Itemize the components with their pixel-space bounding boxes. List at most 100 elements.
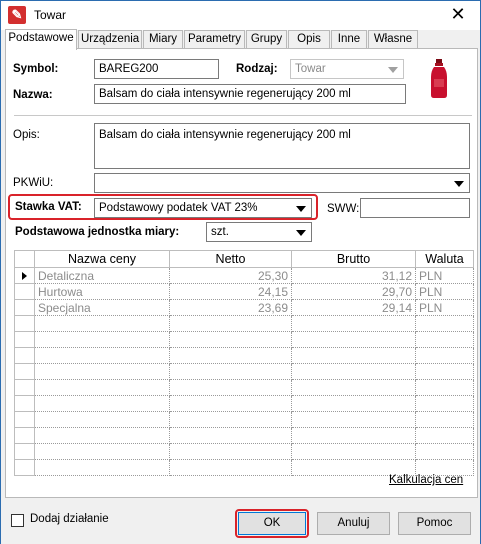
tab-parametry[interactable]: Parametry [184,30,245,49]
column-header-brutto[interactable]: Brutto [291,250,416,268]
empty-row [14,379,474,396]
table-header-row: Nazwa ceny Netto Brutto Waluta [14,250,474,268]
tab-miary[interactable]: Miary [143,30,183,49]
current-row-arrow-icon [22,271,27,280]
empty-row [14,331,474,348]
table-row[interactable]: Hurtowa 24,15 29,70 PLN [14,283,474,300]
window-title: Towar [34,8,67,22]
tab-grupy[interactable]: Grupy [246,30,287,49]
row-indicator [14,283,35,300]
empty-cell [291,395,416,412]
empty-cell [169,395,292,412]
table-row[interactable]: Detaliczna 25,30 31,12 PLN [14,267,474,284]
empty-row [14,411,474,428]
empty-cell [415,411,474,428]
empty-cell [169,427,292,444]
nazwa-label: Nazwa: [13,89,53,101]
column-header-currency[interactable]: Waluta [415,250,474,268]
pkwiu-select[interactable] [94,173,470,193]
empty-cell [415,379,474,396]
price-netto-cell[interactable]: 23,69 [169,299,292,316]
column-header-netto[interactable]: Netto [169,250,292,268]
empty-row [14,347,474,364]
opis-textarea[interactable]: Balsam do ciała intensywnie regenerujący… [94,123,470,169]
empty-cell [169,347,292,364]
row-indicator [14,395,35,412]
tab-wlasne[interactable]: Własne [368,30,418,49]
price-brutto-cell[interactable]: 29,14 [291,299,416,316]
row-indicator [14,331,35,348]
chevron-down-icon [296,230,306,236]
empty-cell [34,443,170,460]
price-netto-cell[interactable]: 25,30 [169,267,292,284]
price-currency-cell[interactable]: PLN [415,299,474,316]
row-indicator [14,347,35,364]
empty-cell [34,347,170,364]
empty-cell [291,315,416,332]
empty-cell [291,427,416,444]
empty-cell [169,459,292,476]
price-brutto-cell[interactable]: 29,70 [291,283,416,300]
add-action-label[interactable]: Dodaj działanie [30,513,109,525]
rodzaj-select[interactable]: Towar [290,59,404,79]
close-icon[interactable]: ✕ [436,1,480,30]
empty-cell [291,347,416,364]
empty-cell [34,363,170,380]
row-indicator [14,427,35,444]
pkwiu-label: PKWiU: [13,177,54,189]
title-bar: ✎ Towar ✕ [1,1,480,30]
table-row[interactable]: Specjalna 23,69 29,14 PLN [14,299,474,316]
tab-inne[interactable]: Inne [331,30,367,49]
row-indicator [14,363,35,380]
ok-button[interactable]: OK [238,512,306,535]
price-currency-cell[interactable]: PLN [415,267,474,284]
empty-cell [291,379,416,396]
empty-cell [169,443,292,460]
empty-cell [415,363,474,380]
row-indicator [14,379,35,396]
dialog-footer: Dodaj działanie OK Anuluj Pomoc [1,498,480,544]
empty-cell [169,331,292,348]
price-brutto-cell[interactable]: 31,12 [291,267,416,284]
product-image [431,59,447,98]
empty-cell [169,379,292,396]
empty-row [14,427,474,444]
empty-cell [415,315,474,332]
sww-field[interactable] [360,198,470,218]
tab-opis[interactable]: Opis [288,30,330,49]
add-action-checkbox[interactable] [11,514,24,527]
price-name-cell[interactable]: Detaliczna [34,267,170,284]
symbol-field[interactable]: BAREG200 [94,59,219,79]
empty-cell [34,459,170,476]
row-indicator [14,315,35,332]
tab-podstawowe[interactable]: Podstawowe [5,29,77,50]
empty-cell [415,347,474,364]
row-indicator [14,443,35,460]
kalkulacja-cen-link[interactable]: Kalkulacja cen [389,474,463,486]
row-indicator [14,459,35,476]
vat-select[interactable]: Podstawowy podatek VAT 23% [94,198,312,218]
unit-label: Podstawowa jednostka miary: [15,226,180,238]
help-button[interactable]: Pomoc [398,512,471,535]
price-netto-cell[interactable]: 24,15 [169,283,292,300]
unit-select-value: szt. [211,226,229,238]
cancel-button[interactable]: Anuluj [317,512,390,535]
empty-row [14,443,474,460]
app-icon: ✎ [8,6,26,24]
empty-cell [34,395,170,412]
empty-cell [291,363,416,380]
price-name-cell[interactable]: Hurtowa [34,283,170,300]
vat-select-value: Podstawowy podatek VAT 23% [99,202,258,214]
empty-cell [34,411,170,428]
nazwa-field[interactable]: Balsam do ciała intensywnie regenerujący… [94,84,406,104]
price-currency-cell[interactable]: PLN [415,283,474,300]
prices-table: Nazwa ceny Netto Brutto Waluta Detaliczn… [14,250,474,476]
chevron-down-icon [454,181,464,187]
empty-row [14,363,474,380]
empty-row [14,395,474,412]
unit-select[interactable]: szt. [206,222,312,242]
sww-label: SWW: [327,203,360,215]
price-name-cell[interactable]: Specjalna [34,299,170,316]
tab-urzadzenia[interactable]: Urządzenia [78,30,142,49]
column-header-name[interactable]: Nazwa ceny [34,250,170,268]
